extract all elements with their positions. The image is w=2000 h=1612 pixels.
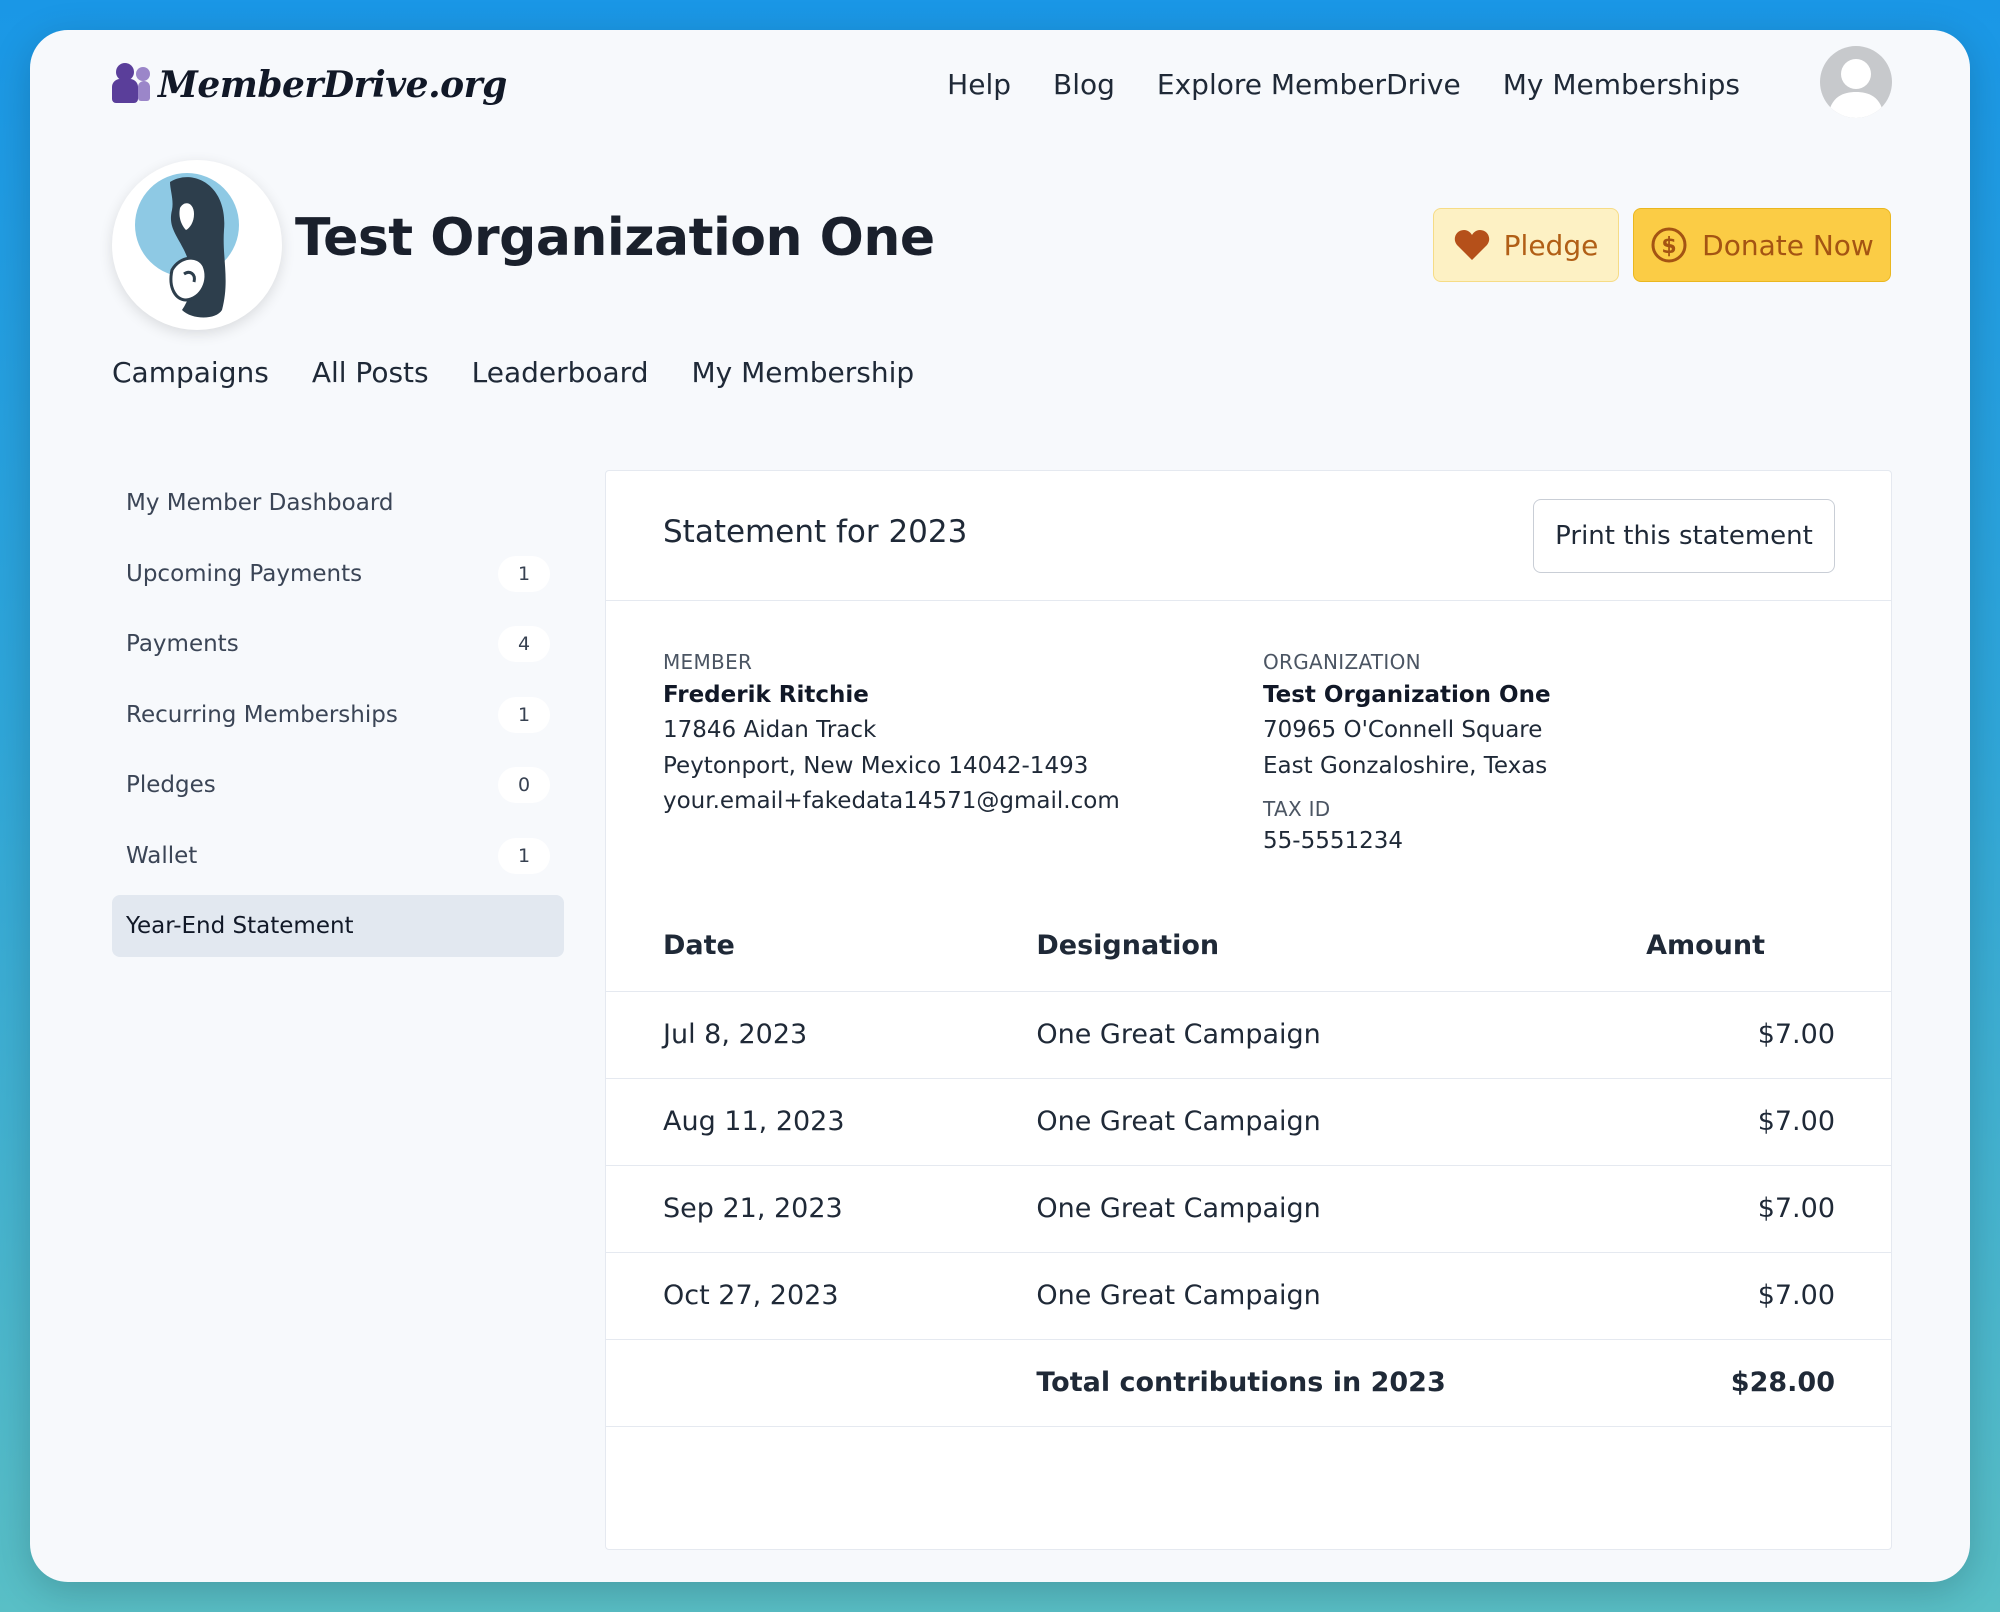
table-header-row: Date Designation Amount: [606, 901, 1891, 992]
member-info: MEMBER Frederik Ritchie 17846 Aidan Trac…: [663, 647, 1120, 820]
tab-leaderboard[interactable]: Leaderboard: [472, 356, 649, 389]
column-header-date: Date: [606, 901, 1037, 992]
row-designation: One Great Campaign: [1036, 991, 1647, 1079]
sidebar-item-wallet[interactable]: Wallet 1: [112, 825, 564, 887]
member-label: MEMBER: [663, 650, 753, 674]
total-amount: $28.00: [1646, 1339, 1891, 1427]
organization-label: ORGANIZATION: [1263, 650, 1421, 674]
sidebar-item-upcoming-payments[interactable]: Upcoming Payments 1: [112, 543, 564, 605]
sidebar-item-label: Year-End Statement: [126, 913, 354, 939]
organization-address-line2: East Gonzaloshire, Texas: [1263, 752, 1548, 779]
org-logo: [112, 160, 282, 330]
row-amount: $7.00: [1646, 1252, 1891, 1340]
table-row: Sep 21, 2023 One Great Campaign $7.00: [606, 1165, 1891, 1253]
table-row: Aug 11, 2023 One Great Campaign $7.00: [606, 1078, 1891, 1166]
svg-text:$: $: [1662, 234, 1677, 259]
organization-address-line1: 70965 O'Connell Square: [1263, 717, 1543, 743]
member-sidebar: My Member Dashboard Upcoming Payments 1 …: [112, 472, 564, 966]
row-designation: One Great Campaign: [1036, 1165, 1647, 1253]
print-statement-button[interactable]: Print this statement: [1533, 499, 1835, 573]
sidebar-item-label: Recurring Memberships: [126, 701, 398, 728]
sidebar-item-recurring-memberships[interactable]: Recurring Memberships 1: [112, 684, 564, 746]
table-row: Oct 27, 2023 One Great Campaign $7.00: [606, 1252, 1891, 1340]
statement-title: Statement for 2023: [663, 514, 968, 550]
heart-icon: [1454, 230, 1489, 260]
tax-id-label: TAX ID: [1263, 797, 1331, 821]
count-badge: 1: [498, 837, 550, 874]
mother-child-icon: [135, 173, 239, 318]
member-address-line2: Peytonport, New Mexico 14042-1493: [663, 752, 1089, 779]
count-badge: 1: [498, 555, 550, 592]
statement-panel: Statement for 2023 Print this statement …: [605, 470, 1892, 1550]
pledge-button[interactable]: Pledge: [1433, 208, 1619, 282]
pledge-label: Pledge: [1503, 228, 1599, 262]
nav-link-help[interactable]: Help: [947, 62, 1011, 108]
nav-link-my-memberships[interactable]: My Memberships: [1503, 62, 1740, 108]
organization-info: ORGANIZATION Test Organization One 70965…: [1263, 647, 1551, 860]
user-silhouette-icon: [1828, 59, 1884, 118]
app-window: MemberDrive.org Help Blog Explore Member…: [30, 30, 1970, 1582]
sidebar-item-label: Payments: [126, 631, 239, 657]
statement-header: Statement for 2023 Print this statement: [606, 471, 1891, 601]
sidebar-item-label: My Member Dashboard: [126, 490, 394, 516]
row-amount: $7.00: [1646, 1165, 1891, 1253]
member-name: Frederik Ritchie: [663, 682, 869, 708]
contributions-table: Date Designation Amount Jul 8, 2023 One …: [606, 901, 1891, 1427]
tax-id-value: 55-5551234: [1263, 828, 1403, 854]
tab-my-membership[interactable]: My Membership: [691, 356, 914, 389]
member-address-line1: 17846 Aidan Track: [663, 717, 877, 743]
member-email: your.email+fakedata14571@gmail.com: [663, 788, 1120, 814]
org-tabs: Campaigns All Posts Leaderboard My Membe…: [112, 356, 914, 389]
nav-link-blog[interactable]: Blog: [1053, 62, 1115, 108]
sidebar-item-label: Upcoming Payments: [126, 560, 363, 587]
tab-all-posts[interactable]: All Posts: [312, 356, 429, 389]
nav-link-explore[interactable]: Explore MemberDrive: [1157, 62, 1461, 108]
count-badge: 0: [498, 767, 550, 803]
sidebar-item-dashboard[interactable]: My Member Dashboard: [112, 472, 564, 534]
row-amount: $7.00: [1646, 991, 1891, 1079]
people-icon: [112, 63, 152, 107]
sidebar-item-label: Wallet: [126, 842, 198, 869]
row-amount: $7.00: [1646, 1078, 1891, 1166]
row-date: Jul 8, 2023: [606, 991, 1037, 1079]
row-designation: One Great Campaign: [1036, 1078, 1647, 1166]
sidebar-item-payments[interactable]: Payments 4: [112, 613, 564, 675]
table-row: Jul 8, 2023 One Great Campaign $7.00: [606, 991, 1891, 1079]
sidebar-item-pledges[interactable]: Pledges 0: [112, 754, 564, 816]
total-empty-cell: [606, 1339, 1037, 1427]
count-badge: 1: [498, 696, 550, 733]
user-avatar[interactable]: [1820, 46, 1892, 118]
column-header-amount: Amount: [1646, 901, 1891, 992]
sidebar-item-year-end-statement[interactable]: Year-End Statement: [112, 895, 564, 957]
row-date: Aug 11, 2023: [606, 1078, 1037, 1166]
total-label: Total contributions in 2023: [1036, 1339, 1647, 1427]
organization-name: Test Organization One: [1263, 682, 1551, 708]
column-header-designation: Designation: [1036, 901, 1647, 992]
statement-info: MEMBER Frederik Ritchie 17846 Aidan Trac…: [606, 601, 1891, 901]
org-title: Test Organization One: [295, 208, 935, 268]
memberdrive-logo[interactable]: MemberDrive.org: [112, 56, 507, 114]
dollar-circle-icon: $: [1651, 227, 1687, 263]
row-date: Sep 21, 2023: [606, 1165, 1037, 1253]
logo-text: MemberDrive.org: [158, 64, 507, 106]
tab-campaigns[interactable]: Campaigns: [112, 356, 269, 389]
row-date: Oct 27, 2023: [606, 1252, 1037, 1340]
total-row: Total contributions in 2023 $28.00: [606, 1339, 1891, 1427]
sidebar-item-label: Pledges: [126, 772, 216, 798]
row-designation: One Great Campaign: [1036, 1252, 1647, 1340]
top-nav: Help Blog Explore MemberDrive My Members…: [947, 62, 1740, 108]
donate-now-button[interactable]: $ Donate Now: [1633, 208, 1891, 282]
donate-label: Donate Now: [1702, 228, 1874, 262]
count-badge: 4: [498, 626, 550, 662]
